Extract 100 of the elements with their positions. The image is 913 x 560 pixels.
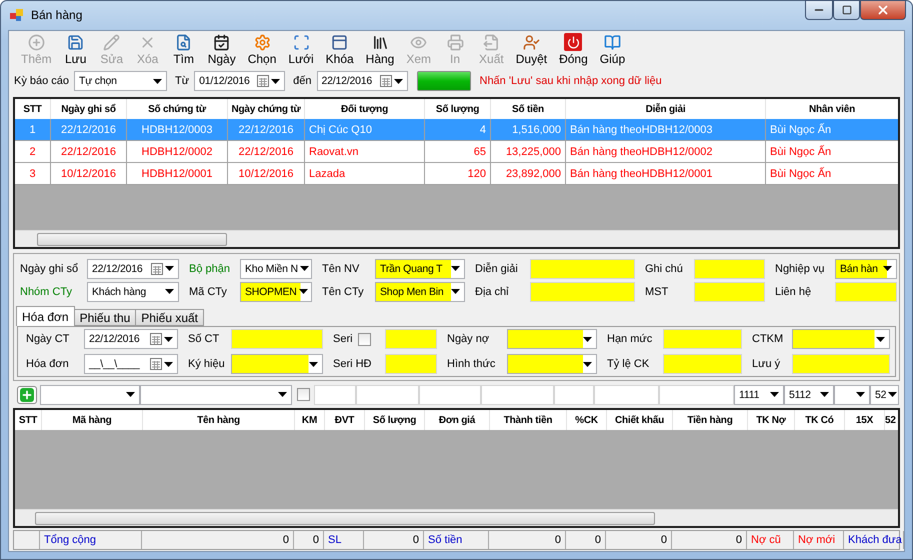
dropdown[interactable]: 1111	[734, 384, 784, 404]
input-field[interactable]	[659, 384, 734, 404]
caret-icon	[394, 78, 402, 84]
date-picker[interactable]: 22/12/2016	[316, 71, 408, 91]
maximize-button[interactable]	[833, 0, 860, 20]
input-field[interactable]	[694, 258, 765, 278]
toolbar-button[interactable]: Duyệt	[510, 31, 554, 69]
input-field[interactable]	[385, 329, 437, 349]
dropdown[interactable]: SHOPMEN	[240, 282, 312, 302]
input-field[interactable]	[231, 329, 323, 349]
column-header[interactable]: %CK	[567, 410, 607, 430]
dropdown[interactable]: Kho Miền N	[240, 258, 312, 278]
dropdown[interactable]: Shop Men Bin	[375, 282, 465, 302]
tab[interactable]: Phiếu thu	[74, 309, 136, 326]
plus-icon	[27, 33, 46, 51]
total-cell: Nợ cũ	[747, 531, 794, 549]
input-field[interactable]	[530, 282, 635, 302]
total-cell: 0	[672, 531, 747, 549]
column-header[interactable]: Thành tiền	[490, 410, 567, 430]
date-picker[interactable]: __\__\____	[84, 354, 178, 374]
column-header[interactable]: Số lượng	[365, 410, 425, 430]
toolbar-button[interactable]: Hàng	[360, 31, 400, 69]
total-cell: Khách đưa	[844, 531, 904, 549]
field-label: Tên NV	[322, 262, 360, 274]
tab[interactable]: Phiếu xuất	[135, 309, 204, 326]
toolbar-button[interactable]: Khóa	[320, 31, 360, 69]
scrollbar[interactable]	[15, 230, 898, 247]
column-header[interactable]: STT	[15, 410, 42, 430]
column-header[interactable]: Mã hàng	[42, 410, 143, 430]
column-header[interactable]: 15X	[845, 410, 885, 430]
toolbar-button[interactable]: Chọn	[242, 31, 282, 69]
field-label: Nghiệp vụ	[775, 262, 826, 274]
caret-icon	[164, 362, 173, 366]
dropdown[interactable]: Bán hàn	[835, 258, 897, 278]
field-label: Hạn mức	[607, 333, 654, 345]
toolbar-button[interactable]: Giúp	[594, 31, 632, 69]
column-header[interactable]: TK Nợ	[748, 410, 795, 430]
tab[interactable]: Hóa đơn	[16, 306, 75, 326]
maximize-icon	[842, 5, 852, 15]
date-picker[interactable]: 22/12/2016	[84, 329, 178, 349]
scrollbar[interactable]	[15, 509, 898, 526]
field-label: Ngày ghi sổ	[20, 262, 80, 274]
dropdown[interactable]: Tự chọn	[74, 71, 168, 91]
table-row[interactable]: 2 22/12/2016 HDBH12/0002 22/12/2016 Raovat.vn 65 13,225,000 Bán hàng theoHDBH12/0002 Bùi Ngọc Ấn	[15, 141, 898, 163]
total-cell: 0	[294, 531, 324, 549]
column-header[interactable]: TK Có	[795, 410, 845, 430]
total-cell: 0	[489, 531, 566, 549]
calendar-icon	[380, 75, 392, 87]
toolbar-button[interactable]: Lưu	[58, 31, 94, 69]
caret-icon	[165, 289, 174, 294]
input-field[interactable]	[835, 282, 897, 302]
input-field[interactable]	[530, 258, 635, 278]
column-header[interactable]: Chiết khấu	[607, 410, 673, 430]
dropdown[interactable]: 52	[870, 384, 899, 404]
minimize-button[interactable]	[805, 0, 833, 20]
field-label: Từ	[175, 75, 190, 87]
caret-icon	[583, 336, 592, 342]
column-header[interactable]: Đơn giá	[425, 410, 490, 430]
table-row[interactable]: 3 10/12/2016 HDBH12/0001 10/12/2016 Lazada 120 23,892,000 Bán hàng theoHDBH12/0001 Bùi Ngọc Ấn	[15, 163, 898, 185]
column-header[interactable]: ĐVT	[325, 410, 365, 430]
dropdown[interactable]	[834, 384, 870, 404]
dropdown[interactable]: Khách hàng	[87, 282, 179, 302]
input-field[interactable]	[356, 384, 419, 404]
close-button[interactable]	[860, 0, 906, 20]
input-field[interactable]	[385, 354, 437, 374]
column-header[interactable]: Tên hàng	[143, 410, 295, 430]
input-field[interactable]	[481, 384, 554, 404]
app-icon	[9, 7, 25, 23]
calendar-icon	[151, 262, 163, 274]
toolbar-button[interactable]: Đóng	[553, 31, 594, 69]
field-label: Hóa đơn	[26, 358, 70, 370]
column-header[interactable]: 52	[885, 410, 898, 430]
caret-icon	[888, 392, 898, 397]
checkbox[interactable]	[358, 332, 371, 346]
column-header[interactable]: KM	[295, 410, 325, 430]
hint-text: Nhấn 'Lưu' sau khi nhập xong dữ liệu	[480, 75, 662, 87]
save-icon	[66, 33, 85, 51]
checkbox[interactable]	[297, 388, 310, 401]
field-label: Ngày nợ	[447, 333, 490, 345]
input-field[interactable]	[419, 384, 481, 404]
caret-icon	[164, 336, 173, 342]
input-field[interactable]	[554, 384, 594, 404]
add-button[interactable]	[17, 386, 37, 404]
toolbar-button[interactable]: Lưới	[282, 31, 320, 69]
input-field[interactable]	[792, 354, 890, 374]
toolbar-button[interactable]: Tìm	[166, 31, 202, 69]
dropdown[interactable]: Trần Quang T	[375, 258, 465, 278]
input-field[interactable]	[314, 384, 356, 404]
column-header[interactable]: Tiền hàng	[673, 410, 748, 430]
window-title: Bán hàng	[31, 8, 84, 22]
input-field[interactable]	[663, 354, 742, 374]
toolbar-button[interactable]: Ngày	[202, 31, 242, 69]
input-field[interactable]	[663, 329, 742, 349]
date-picker[interactable]: 22/12/2016	[87, 258, 179, 278]
caret-icon	[126, 392, 135, 397]
input-field[interactable]	[694, 282, 765, 302]
input-field[interactable]	[594, 384, 659, 404]
dropdown[interactable]: 5112	[784, 384, 834, 404]
caret-icon	[271, 78, 280, 84]
date-picker[interactable]: 01/12/2016	[194, 71, 286, 91]
